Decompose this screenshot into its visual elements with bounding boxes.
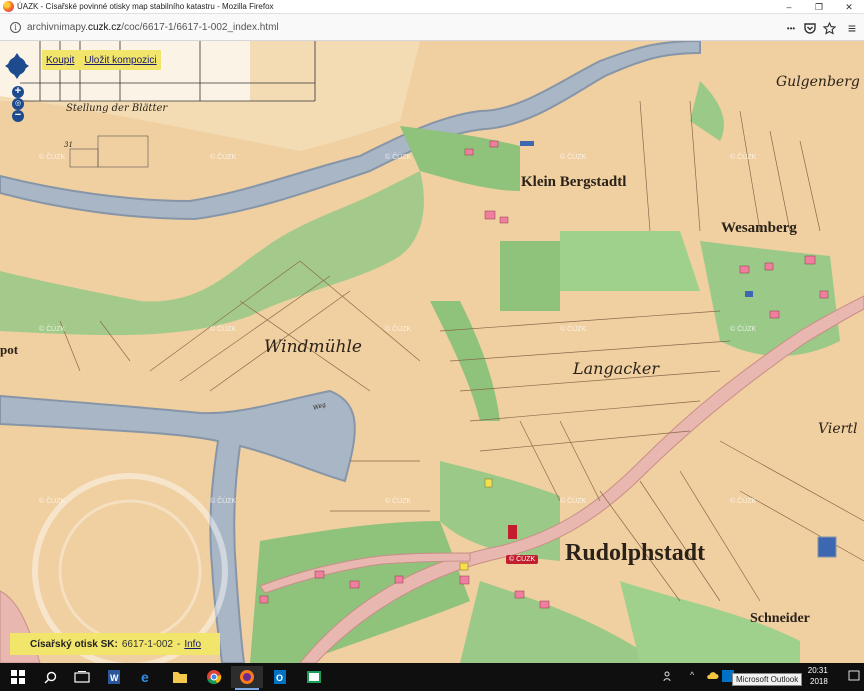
- address-bar: i archivnimapy.cuzk.cz/coc/6617-1/6617-1…: [0, 14, 864, 41]
- taskbar-tooltip: Microsoft Outlook: [732, 673, 803, 686]
- watermark: © ČÚZK: [560, 326, 587, 333]
- svg-text:W: W: [110, 673, 119, 683]
- sheet-number-label: 31: [64, 141, 73, 149]
- info-link[interactable]: Info: [184, 639, 201, 650]
- edge-icon[interactable]: e: [131, 666, 163, 688]
- langacker-label: Langacker: [573, 359, 660, 378]
- watermark: © ČÚZK: [385, 154, 412, 161]
- cloud-icon[interactable]: [706, 670, 719, 682]
- watermark: © ČÚZK: [560, 154, 587, 161]
- watermark: © ČÚZK: [560, 498, 587, 505]
- firefox-taskbar-icon[interactable]: [231, 666, 263, 690]
- pan-control[interactable]: [5, 52, 29, 82]
- close-button[interactable]: ✕: [834, 0, 864, 14]
- tray-chevron-icon[interactable]: ^: [690, 670, 694, 680]
- watermark: © ČÚZK: [385, 498, 412, 505]
- wesamberg-label: Wesamberg: [721, 220, 797, 236]
- zoom-in-button[interactable]: +: [12, 86, 24, 98]
- windmuhle-label: Windmühle: [264, 337, 362, 357]
- search-icon[interactable]: [34, 666, 66, 688]
- sheet-info-separator: -: [176, 638, 181, 650]
- church-stamp-label: © ČÚZK: [506, 555, 539, 564]
- watermark: © ČÚZK: [730, 154, 757, 161]
- bookmark-star-icon[interactable]: [821, 20, 837, 36]
- klein-bergstadtl-label: Klein Bergstadtl: [521, 174, 627, 190]
- svg-text:O: O: [276, 673, 283, 683]
- window-titlebar: ÚAZK - Císařské povinné otisky map stabi…: [0, 0, 864, 14]
- people-icon[interactable]: [663, 670, 675, 684]
- schneider-label: Schneider: [750, 611, 810, 626]
- windows-start-icon[interactable]: [2, 666, 34, 688]
- map-drawing: [0, 41, 864, 663]
- zoom-out-button[interactable]: −: [12, 110, 24, 122]
- notification-icon[interactable]: [848, 670, 860, 684]
- site-info-icon[interactable]: i: [10, 21, 21, 33]
- window-title: ÚAZK - Císařské povinné otisky map stabi…: [17, 2, 274, 11]
- watermark: © ČÚZK: [730, 326, 757, 333]
- cadastral-map[interactable]: Stellung der Blätter 31 Klein Bergstadtl…: [0, 41, 864, 663]
- restore-button[interactable]: ❐: [804, 0, 834, 14]
- watermark: © ČÚZK: [210, 326, 237, 333]
- save-composition-link[interactable]: Uložit kompozici: [84, 55, 156, 66]
- word-icon[interactable]: W: [98, 666, 130, 688]
- clock-date: 2018: [810, 677, 828, 686]
- pocket-icon[interactable]: [802, 20, 818, 36]
- outlook-icon[interactable]: O: [264, 666, 296, 688]
- hamburger-menu-icon[interactable]: ≡: [844, 20, 860, 36]
- watermark: © ČÚZK: [385, 326, 412, 333]
- watermark: © ČÚZK: [730, 498, 757, 505]
- sheet-info-label: Císařský otisk SK:: [30, 638, 118, 650]
- legend-title-label: Stellung der Blätter: [66, 103, 168, 114]
- maps-app-icon[interactable]: [298, 666, 330, 688]
- firefox-icon: [3, 1, 14, 12]
- viertl-label: Viertl: [818, 421, 858, 437]
- task-view-icon[interactable]: [66, 666, 98, 688]
- watermark: © ČÚZK: [210, 498, 237, 505]
- file-explorer-icon[interactable]: [164, 666, 196, 688]
- page-actions-icon[interactable]: •••: [783, 20, 799, 36]
- url-field[interactable]: archivnimapy.cuzk.cz/coc/6617-1/6617-1-0…: [27, 22, 279, 33]
- watermark: © ČÚZK: [39, 498, 66, 505]
- svg-text:e: e: [141, 669, 149, 685]
- chrome-icon[interactable]: [198, 666, 230, 688]
- pot-label: pot: [0, 342, 19, 357]
- rudolphstadt-label: Rudolphstadt: [565, 540, 706, 566]
- sheet-info-box: Císařský otisk SK: 6617-1-002 - Info: [10, 633, 220, 655]
- sheet-id-value: 6617-1-002: [121, 638, 173, 650]
- watermark: © ČÚZK: [39, 154, 66, 161]
- minimize-button[interactable]: –: [774, 0, 804, 14]
- gulgenberg-label: Gulgenberg: [776, 74, 860, 90]
- watermark: © ČÚZK: [39, 326, 66, 333]
- watermark: © ČÚZK: [210, 154, 237, 161]
- map-action-links: Koupit Uložit kompozici: [42, 50, 161, 70]
- buy-link[interactable]: Koupit: [46, 55, 74, 66]
